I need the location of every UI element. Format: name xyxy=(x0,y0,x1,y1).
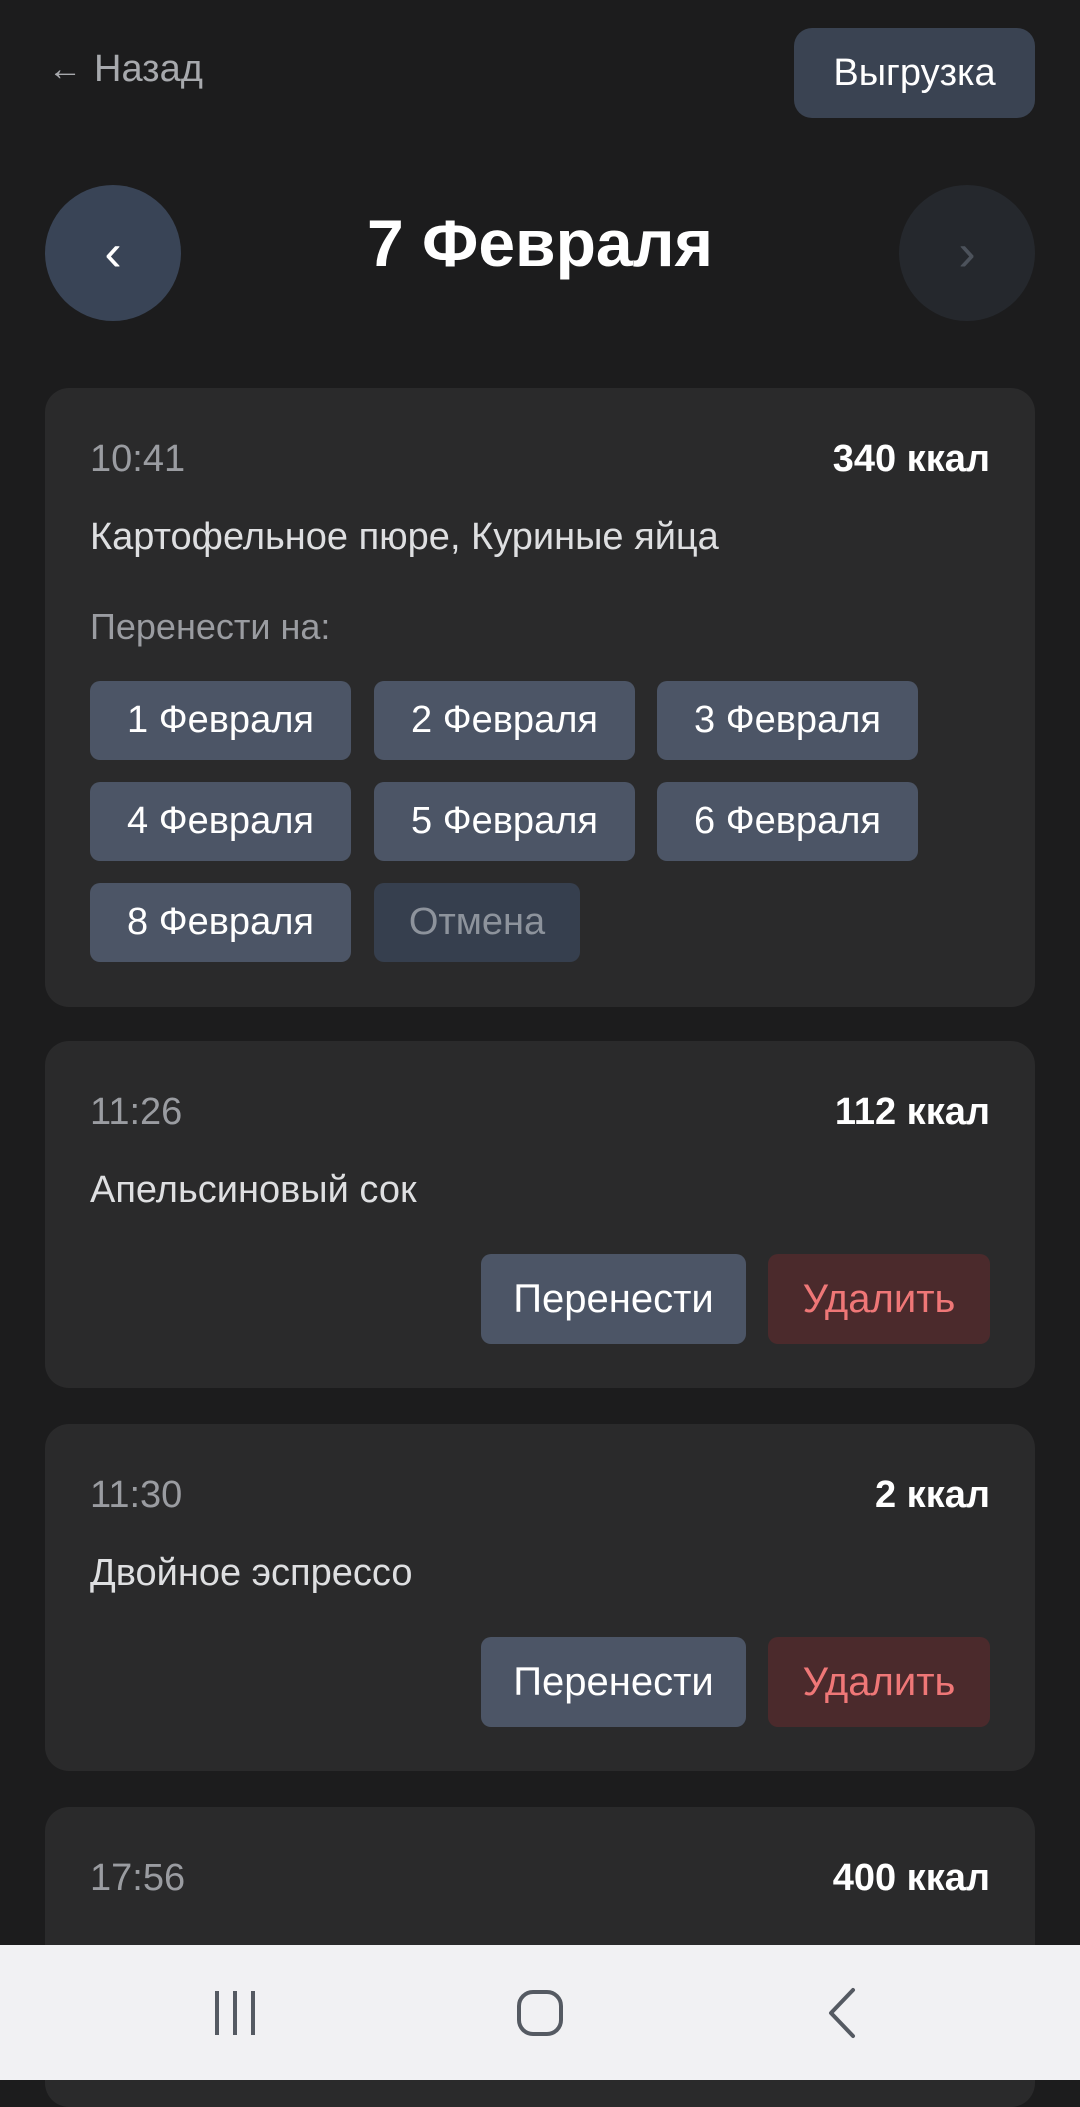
back-arrow-icon: ← xyxy=(48,50,82,88)
meal-entry-card: 10:41 340 ккал Картофельное пюре, Курины… xyxy=(45,388,1035,1007)
meal-entry-card: 11:26 112 ккал Апельсиновый сок Перенест… xyxy=(45,1041,1035,1388)
date-navigation: ‹ 7 Февраля › xyxy=(0,185,1080,321)
entry-calories: 112 ккал xyxy=(834,1091,990,1133)
entry-time: 11:30 xyxy=(90,1474,183,1516)
entry-time: 17:56 xyxy=(90,1857,186,1899)
entry-food: Картофельное пюре, Куриные яйца xyxy=(90,516,719,558)
chevron-right-icon: › xyxy=(958,224,976,282)
move-date-option[interactable]: 2 Февраля xyxy=(374,681,635,760)
entry-calories: 400 ккал xyxy=(832,1857,990,1899)
back-label: Назад xyxy=(94,48,203,90)
move-date-option[interactable]: 4 Февраля xyxy=(90,782,351,861)
entry-food: Двойное эспрессо xyxy=(90,1552,413,1594)
move-to-label: Перенести на: xyxy=(90,606,331,647)
move-date-option[interactable]: 1 Февраля xyxy=(90,681,351,760)
delete-button[interactable]: Удалить xyxy=(768,1254,990,1344)
system-navigation-bar xyxy=(0,1945,1080,2080)
home-icon[interactable] xyxy=(505,1945,575,2080)
next-day-button[interactable]: › xyxy=(899,185,1035,321)
entry-food: Апельсиновый сок xyxy=(90,1169,417,1211)
cancel-move-button[interactable]: Отмена xyxy=(374,883,580,962)
meal-entry-card: 11:30 2 ккал Двойное эспрессо Перенести … xyxy=(45,1424,1035,1771)
entry-calories: 2 ккал xyxy=(874,1474,990,1516)
entry-time: 10:41 xyxy=(90,438,186,480)
move-date-option[interactable]: 6 Февраля xyxy=(657,782,918,861)
back-icon[interactable] xyxy=(808,1945,878,2080)
back-button[interactable]: ← Назад xyxy=(48,48,203,91)
move-date-option[interactable]: 5 Февраля xyxy=(374,782,635,861)
move-button[interactable]: Перенести xyxy=(481,1637,746,1727)
move-date-option[interactable]: 3 Февраля xyxy=(657,681,918,760)
delete-button[interactable]: Удалить xyxy=(768,1637,990,1727)
move-date-option[interactable]: 8 Февраля xyxy=(90,883,351,962)
entry-calories: 340 ккал xyxy=(832,438,990,480)
entry-time: 11:26 xyxy=(90,1091,183,1133)
top-bar: ← Назад Выгрузка xyxy=(0,0,1080,145)
move-button[interactable]: Перенести xyxy=(481,1254,746,1344)
export-button[interactable]: Выгрузка xyxy=(794,28,1035,118)
recent-apps-icon[interactable] xyxy=(200,1945,270,2080)
